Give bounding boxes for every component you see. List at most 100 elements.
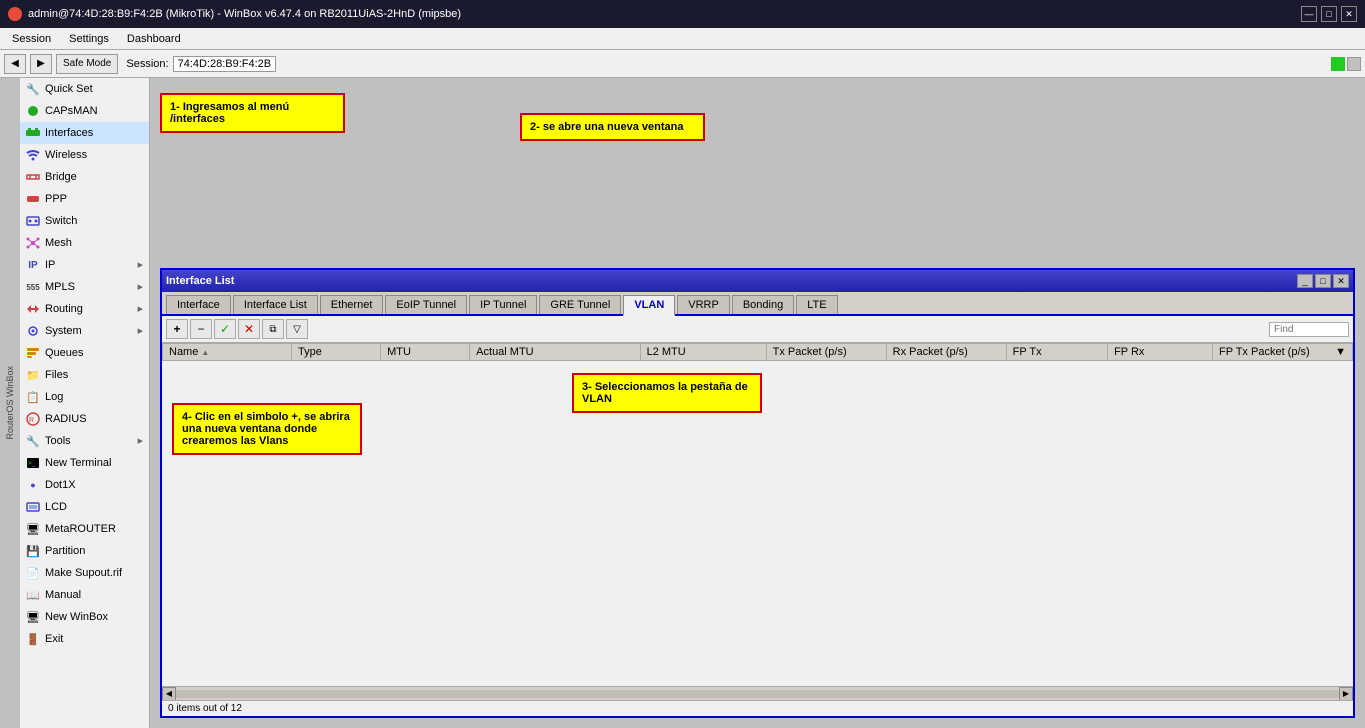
- forward-button[interactable]: ▶: [30, 54, 52, 74]
- maximize-button[interactable]: □: [1321, 6, 1337, 22]
- menu-session[interactable]: Session: [4, 31, 59, 47]
- session-value: 74:4D:28:B9:F4:2B: [173, 56, 277, 72]
- sidebar-item-tools[interactable]: 🔧 Tools: [20, 430, 149, 452]
- sidebar-item-make-supout[interactable]: 📄 Make Supout.rif: [20, 562, 149, 584]
- remove-button[interactable]: −: [190, 319, 212, 339]
- sidebar-item-mpls[interactable]: 555 MPLS: [20, 276, 149, 298]
- sidebar-item-quick-set[interactable]: 🔧 Quick Set: [20, 78, 149, 100]
- sidebar-item-exit[interactable]: 🚪 Exit: [20, 628, 149, 650]
- new-winbox-icon: 🖥: [26, 610, 40, 624]
- sidebar-label-queues: Queues: [45, 347, 84, 359]
- tab-vrrp[interactable]: VRRP: [677, 295, 730, 314]
- sidebar-label-new-winbox: New WinBox: [45, 611, 108, 623]
- sidebar-item-files[interactable]: 📁 Files: [20, 364, 149, 386]
- sidebar-item-partition[interactable]: 💾 Partition: [20, 540, 149, 562]
- sidebar-item-interfaces[interactable]: Interfaces: [20, 122, 149, 144]
- tab-lte[interactable]: LTE: [796, 295, 837, 314]
- menu-settings[interactable]: Settings: [61, 31, 117, 47]
- col-fp-rx[interactable]: FP Rx: [1108, 344, 1213, 361]
- log-icon: 📋: [26, 390, 40, 404]
- back-button[interactable]: ◀: [4, 54, 26, 74]
- sidebar-item-metarouter[interactable]: 🖥 MetaROUTER: [20, 518, 149, 540]
- interface-list-window: Interface List _ □ ✕ Interface Interface…: [160, 268, 1355, 718]
- sidebar-label-interfaces: Interfaces: [45, 127, 93, 139]
- wrench-icon: 🔧: [26, 82, 40, 96]
- sidebar-label-partition: Partition: [45, 545, 85, 557]
- col-name[interactable]: Name ▲: [163, 344, 292, 361]
- col-type[interactable]: Type: [291, 344, 380, 361]
- enable-button[interactable]: ✓: [214, 319, 236, 339]
- annotation-3: 3- Seleccionamos la pestaña de VLAN: [572, 373, 762, 413]
- sidebar-item-manual[interactable]: 📖 Manual: [20, 584, 149, 606]
- sidebar-item-dot1x[interactable]: ● Dot1X: [20, 474, 149, 496]
- sidebar-item-new-winbox[interactable]: 🖥 New WinBox: [20, 606, 149, 628]
- sidebar-item-wireless[interactable]: Wireless: [20, 144, 149, 166]
- status-bar: 0 items out of 12: [162, 700, 1353, 716]
- tab-bonding[interactable]: Bonding: [732, 295, 794, 314]
- sidebar-item-lcd[interactable]: LCD: [20, 496, 149, 518]
- ip-icon: IP: [26, 258, 40, 272]
- mesh-icon: [26, 236, 40, 250]
- col-fp-tx[interactable]: FP Tx: [1006, 344, 1107, 361]
- scroll-right-button[interactable]: ▶: [1339, 687, 1353, 701]
- col-l2mtu[interactable]: L2 MTU: [640, 344, 766, 361]
- sidebar-label-ip: IP: [45, 259, 55, 271]
- tab-vlan[interactable]: VLAN: [623, 295, 675, 316]
- tab-interface-list[interactable]: Interface List: [233, 295, 318, 314]
- annotation-4: 4- Clic en el simbolo +, se abrira una n…: [172, 403, 362, 455]
- toolbar: ◀ ▶ Safe Mode Session: 74:4D:28:B9:F4:2B: [0, 50, 1365, 78]
- copy-button[interactable]: ⧉: [262, 319, 284, 339]
- col-rx-packet[interactable]: Rx Packet (p/s): [886, 344, 1006, 361]
- col-tx-packet[interactable]: Tx Packet (p/s): [766, 344, 886, 361]
- window-content: Interface Interface List Ethernet EoIP T…: [162, 292, 1353, 716]
- sidebar-label-new-terminal: New Terminal: [45, 457, 111, 469]
- col-mtu[interactable]: MTU: [381, 344, 470, 361]
- tab-ip-tunnel[interactable]: IP Tunnel: [469, 295, 537, 314]
- add-button[interactable]: +: [166, 319, 188, 339]
- safe-mode-button[interactable]: Safe Mode: [56, 54, 118, 74]
- queues-icon: [26, 346, 40, 360]
- sidebar-item-queues[interactable]: Queues: [20, 342, 149, 364]
- tab-interface[interactable]: Interface: [166, 295, 231, 314]
- sidebar-item-routing[interactable]: Routing: [20, 298, 149, 320]
- sidebar-item-radius[interactable]: R RADIUS: [20, 408, 149, 430]
- col-fp-tx-packet[interactable]: FP Tx Packet (p/s) ▼: [1213, 344, 1353, 361]
- system-icon: [26, 324, 40, 338]
- status-text: 0 items out of 12: [168, 703, 242, 714]
- sidebar-item-ppp[interactable]: PPP: [20, 188, 149, 210]
- menu-dashboard[interactable]: Dashboard: [119, 31, 189, 47]
- col-actual-mtu[interactable]: Actual MTU: [470, 344, 640, 361]
- window-close-button[interactable]: ✕: [1333, 274, 1349, 288]
- title-bar-left: admin@74:4D:28:B9:F4:2B (MikroTik) - Win…: [8, 7, 461, 21]
- window-controls: _ □ ✕: [1297, 274, 1349, 288]
- window-minimize-button[interactable]: _: [1297, 274, 1313, 288]
- main-layout: RouterOS WinBox 🔧 Quick Set CAPsMAN Inte…: [0, 78, 1365, 728]
- sidebar-label-mesh: Mesh: [45, 237, 72, 249]
- sidebar-item-mesh[interactable]: Mesh: [20, 232, 149, 254]
- scroll-track[interactable]: [176, 690, 1339, 698]
- window-maximize-button[interactable]: □: [1315, 274, 1331, 288]
- sidebar-label-exit: Exit: [45, 633, 63, 645]
- minimize-button[interactable]: —: [1301, 6, 1317, 22]
- sidebar-item-ip[interactable]: IP IP: [20, 254, 149, 276]
- tab-gre-tunnel[interactable]: GRE Tunnel: [539, 295, 621, 314]
- sidebar-item-bridge[interactable]: Bridge: [20, 166, 149, 188]
- sidebar-label-routing: Routing: [45, 303, 83, 315]
- switch-icon: [26, 214, 40, 228]
- sidebar-item-log[interactable]: 📋 Log: [20, 386, 149, 408]
- sidebar-item-system[interactable]: System: [20, 320, 149, 342]
- tab-eoip-tunnel[interactable]: EoIP Tunnel: [385, 295, 467, 314]
- tab-ethernet[interactable]: Ethernet: [320, 295, 384, 314]
- sidebar-item-capsman[interactable]: CAPsMAN: [20, 100, 149, 122]
- data-table: Name ▲ Type MTU Actual MTU L2 MTU Tx Pac…: [162, 343, 1353, 361]
- filter-button[interactable]: ▽: [286, 319, 308, 339]
- table-area: Name ▲ Type MTU Actual MTU L2 MTU Tx Pac…: [162, 343, 1353, 686]
- close-button[interactable]: ✕: [1341, 6, 1357, 22]
- find-input[interactable]: [1269, 322, 1349, 337]
- sidebar-item-new-terminal[interactable]: >_ New Terminal: [20, 452, 149, 474]
- scroll-left-button[interactable]: ◀: [162, 687, 176, 701]
- disable-button[interactable]: ✕: [238, 319, 260, 339]
- sidebar-label-mpls: MPLS: [45, 281, 75, 293]
- sidebar-item-switch[interactable]: Switch: [20, 210, 149, 232]
- menu-bar: Session Settings Dashboard: [0, 28, 1365, 50]
